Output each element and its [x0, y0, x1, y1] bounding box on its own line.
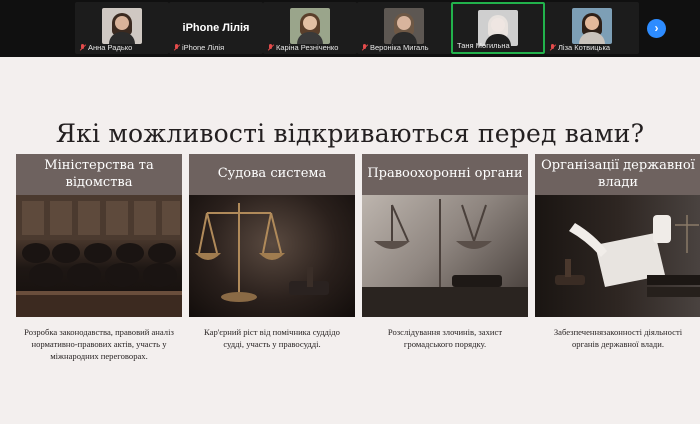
mic-muted-icon — [173, 43, 180, 52]
card-heading: Організації державної влади — [535, 154, 700, 195]
card-heading: Правоохоронні органи — [362, 154, 528, 195]
mic-muted-icon — [361, 43, 368, 52]
participant-tile[interactable]: Анна Радько — [75, 2, 169, 54]
participant-tile-active[interactable]: Таня Могильна — [451, 2, 545, 54]
scales-of-justice-image — [189, 195, 355, 317]
participant-tile[interactable]: Ліза Котвицька — [545, 2, 639, 54]
shared-slide: Які можливості відкриваються перед вами?… — [0, 57, 700, 424]
card-description: Розслідування злочинів, захист громадськ… — [387, 327, 503, 350]
participant-name: Анна Радько — [79, 43, 167, 52]
participant-name: iPhone Лілія — [173, 43, 261, 52]
participant-tile[interactable]: Каріна Резніченко — [263, 2, 357, 54]
card-judiciary: Судова система Кар'єрний ріст від помічн… — [189, 154, 355, 350]
card-heading: Міністерства та відомства — [16, 154, 182, 195]
participant-name: Каріна Резніченко — [267, 43, 355, 52]
mic-muted-icon — [549, 43, 556, 52]
mic-muted-icon — [79, 43, 86, 52]
participant-tile[interactable]: iPhone Лілія iPhone Лілія — [169, 2, 263, 54]
participant-name: Ліза Котвицька — [549, 43, 637, 52]
participant-name: Таня Могильна — [457, 41, 510, 50]
participant-name: Вероніка Мигаль — [361, 43, 449, 52]
slide-title: Які можливості відкриваються перед вами? — [55, 119, 645, 148]
chevron-right-icon: › — [654, 21, 659, 35]
participant-strip: Анна Радько iPhone Лілія iPhone Лілія Ка… — [0, 0, 700, 57]
card-description: Розробка законодавства, правовий аналіз … — [24, 327, 174, 362]
scales-and-gavel-image — [362, 195, 528, 317]
card-heading: Судова система — [189, 154, 355, 195]
next-participants-button[interactable]: › — [647, 19, 666, 38]
participant-video — [384, 8, 424, 44]
signing-documents-image — [535, 195, 700, 317]
participant-tile[interactable]: Вероніка Мигаль — [357, 2, 451, 54]
card-description: Кар'єрний ріст від помічника суддідо суд… — [204, 327, 340, 350]
card-description: Забезпеченнязаконності діяльності органі… — [553, 327, 683, 350]
participant-display-name: iPhone Лілія — [182, 22, 250, 34]
participant-video — [572, 8, 612, 44]
participant-video — [290, 8, 330, 44]
card-ministries: Міністерства та відомства Розробка закон… — [16, 154, 182, 362]
courtroom-chairs-image — [16, 195, 182, 317]
card-law-enforcement: Правоохоронні органи Розслідування злочи… — [362, 154, 528, 350]
mic-muted-icon — [267, 43, 274, 52]
card-state-authorities: Організації державної влади Забезпечення… — [535, 154, 700, 350]
participant-video — [102, 8, 142, 44]
